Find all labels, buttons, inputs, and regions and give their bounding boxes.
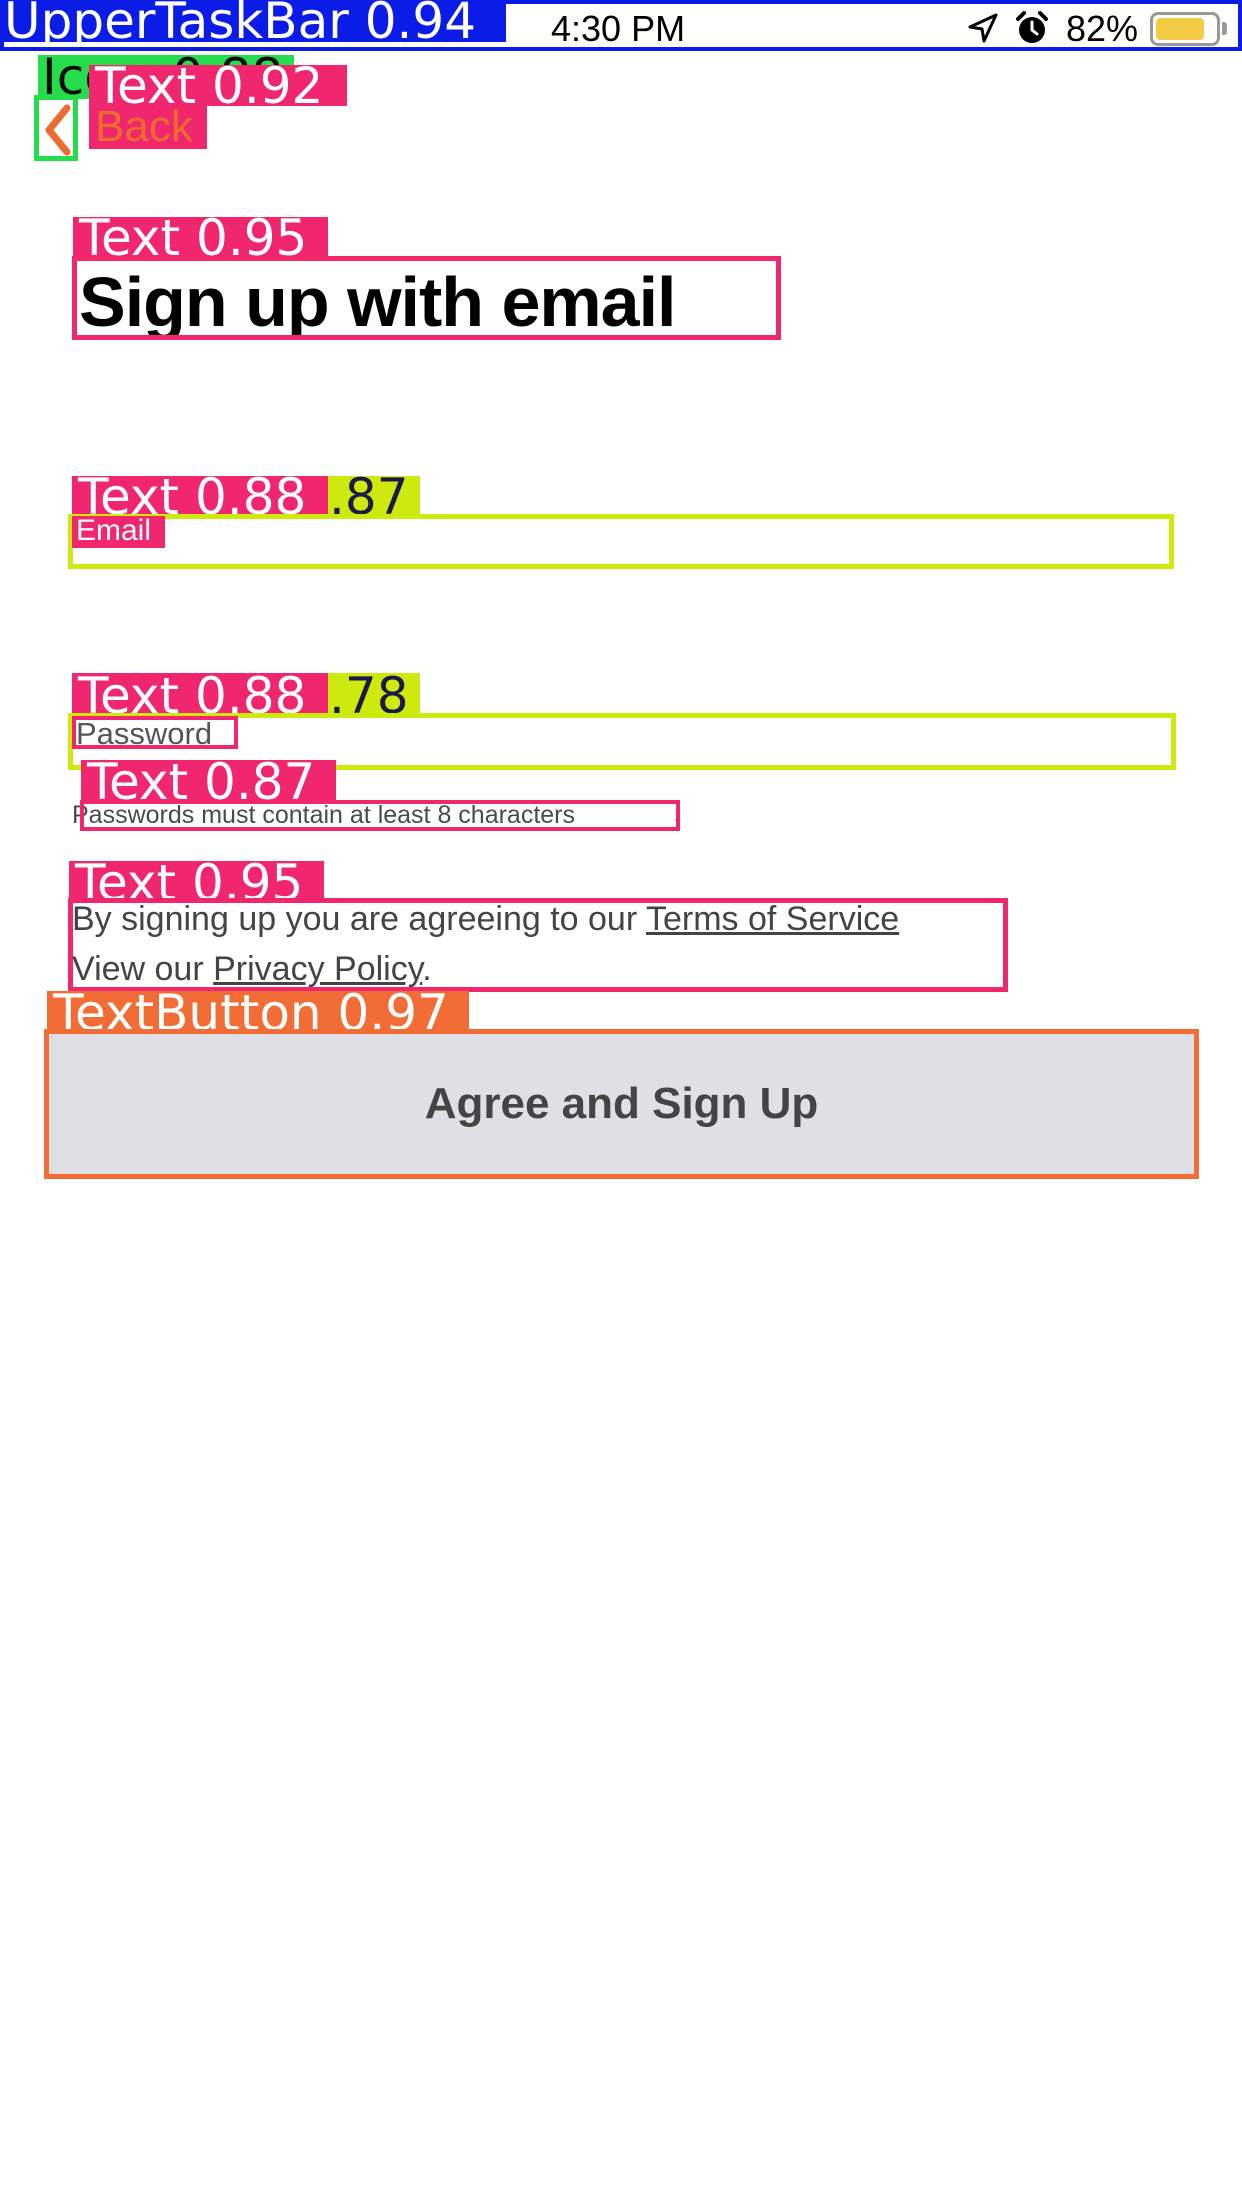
agree-and-sign-up-button[interactable]: Agree and Sign Up	[44, 1029, 1199, 1179]
page-title: Sign up with email	[79, 263, 676, 340]
battery-icon	[1150, 12, 1220, 46]
email-placeholder: Email	[76, 516, 152, 547]
back-text-annotation: Text 0.92	[89, 65, 347, 106]
email-placeholder-box: Email	[72, 516, 165, 548]
legal-prefix: By signing up you are agreeing to our	[72, 900, 646, 938]
battery-percent: 82%	[1066, 8, 1139, 49]
button-annotation: TextButton 0.97	[47, 991, 469, 1033]
back-button[interactable]	[34, 95, 78, 161]
status-bar-annotation: UpperTaskBar 0.94	[0, 0, 506, 42]
title-annotation: Text 0.95	[73, 217, 328, 258]
agree-and-sign-up-label: Agree and Sign Up	[424, 1079, 819, 1128]
legal-line-2: View our Privacy Policy.	[72, 947, 432, 991]
privacy-policy-link[interactable]: Privacy Policy	[213, 950, 422, 988]
back-label-box[interactable]: Back	[89, 102, 207, 151]
password-placeholder-box: Password	[72, 716, 238, 749]
legal-line2-suffix: .	[422, 950, 432, 988]
password-hint-box	[80, 800, 680, 831]
legal-line2-prefix: View our	[72, 950, 214, 988]
terms-of-service-link[interactable]: Terms of Service	[646, 900, 899, 938]
password-placeholder: Password	[76, 716, 213, 749]
back-label: Back	[95, 102, 193, 151]
password-text-annotation: Text 0.88	[72, 673, 328, 713]
location-arrow-icon	[967, 12, 999, 44]
page-title-box: Sign up with email	[72, 256, 781, 340]
alarm-clock-icon	[1014, 10, 1050, 46]
email-text-annotation: Text 0.88	[72, 476, 328, 516]
email-field[interactable]	[68, 514, 1174, 569]
battery-tip	[1222, 22, 1227, 35]
hint-text-annotation: Text 0.87	[81, 760, 336, 802]
chevron-left-icon	[41, 104, 73, 161]
legal-line-1: By signing up you are agreeing to our Te…	[72, 897, 899, 941]
status-time: 4:30 PM	[551, 8, 686, 49]
